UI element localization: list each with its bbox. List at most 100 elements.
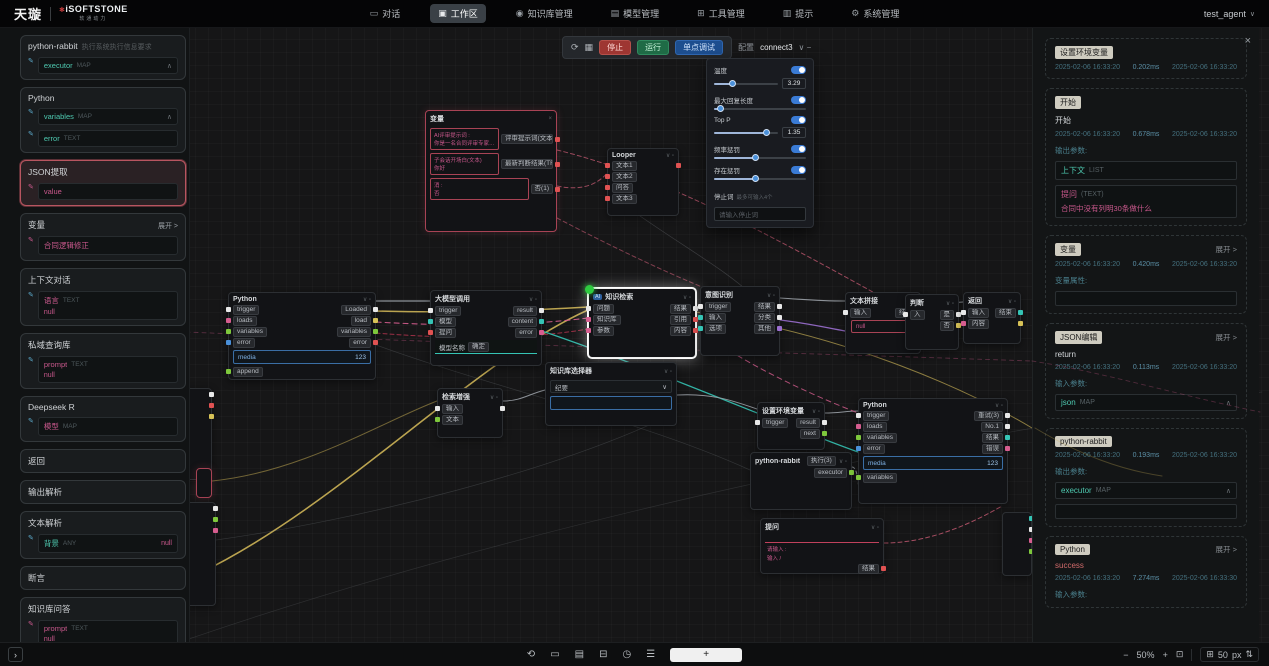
chevron-up-icon[interactable]: ∧ bbox=[167, 62, 172, 70]
field-box[interactable]: 模型MAP bbox=[38, 417, 178, 436]
collapse-icon[interactable]: ∨ ▫ bbox=[995, 402, 1003, 409]
stop-button[interactable]: 停止 bbox=[599, 40, 631, 55]
slider-knob[interactable] bbox=[717, 105, 724, 112]
log-section[interactable]: Python展开 >success2025-02-06 16:33:207.27… bbox=[1045, 536, 1247, 608]
port-dot[interactable] bbox=[226, 307, 231, 312]
grid-size-control[interactable]: ⊞ 50 px ⇅ bbox=[1200, 647, 1259, 662]
log-section[interactable]: 变量展开 >2025-02-06 16:33:200.420ms2025-02-… bbox=[1045, 235, 1247, 314]
port-dot[interactable] bbox=[428, 308, 433, 313]
port-dot[interactable] bbox=[698, 315, 703, 320]
port-dot[interactable] bbox=[555, 187, 560, 192]
pencil-icon[interactable]: ✎ bbox=[28, 356, 34, 366]
port-dot[interactable] bbox=[500, 406, 505, 411]
slider-track[interactable] bbox=[714, 132, 778, 134]
chevron-up-icon[interactable]: ∧ bbox=[167, 113, 172, 121]
screen-icon[interactable]: ▭ bbox=[550, 649, 559, 660]
collapse-icon[interactable]: ∨ ▫ bbox=[666, 152, 674, 159]
field-box[interactable]: variablesMAP∧ bbox=[38, 108, 178, 125]
port-dot[interactable] bbox=[539, 330, 544, 335]
port-dot[interactable] bbox=[555, 162, 560, 167]
clock-icon[interactable]: ◷ bbox=[622, 649, 631, 660]
close-icon[interactable]: × bbox=[548, 116, 552, 122]
port-dot[interactable] bbox=[586, 317, 591, 322]
collapse-icon[interactable]: ∨ ▫ bbox=[683, 294, 691, 301]
port-dot[interactable] bbox=[698, 304, 703, 309]
sidebar-card[interactable]: JSON提取✎value bbox=[20, 160, 186, 206]
port-dot[interactable] bbox=[849, 470, 854, 475]
node-set-env[interactable]: 设置环境变量∨ ▫triggerresultnext bbox=[757, 402, 825, 450]
port-dot[interactable] bbox=[961, 310, 966, 315]
slider-track[interactable] bbox=[714, 178, 806, 180]
collapse-icon[interactable]: ∨ ▫ bbox=[871, 524, 879, 531]
port-dot[interactable] bbox=[1018, 310, 1023, 315]
node-kb-selector[interactable]: 知识库选择器∨ ▫纪要∨ bbox=[545, 362, 677, 426]
log-field[interactable]: 提问(TEXT)合同中没有列明30条做什么 bbox=[1055, 185, 1237, 218]
slider-track[interactable] bbox=[714, 157, 806, 159]
zoom-out-button[interactable]: − bbox=[1123, 650, 1128, 660]
collapse-icon[interactable]: ∨ ▫ bbox=[839, 458, 847, 465]
document-icon[interactable]: ▤ bbox=[575, 649, 584, 660]
slider-knob[interactable] bbox=[729, 80, 736, 87]
port-dot[interactable] bbox=[428, 319, 433, 324]
port-dot[interactable] bbox=[777, 326, 782, 331]
list-icon[interactable]: ☰ bbox=[646, 649, 655, 660]
field-box[interactable]: errorTEXT bbox=[38, 130, 178, 147]
node-input[interactable]: media123 bbox=[233, 350, 371, 364]
refresh-icon[interactable]: ⟳ bbox=[571, 42, 579, 53]
node-retrieval[interactable]: 检索增强∨ ▫输入文本 bbox=[437, 388, 503, 438]
pencil-icon[interactable]: ✎ bbox=[28, 108, 34, 118]
toggle-switch[interactable] bbox=[791, 66, 806, 74]
port-dot[interactable] bbox=[209, 414, 214, 419]
slider-knob[interactable] bbox=[752, 154, 759, 161]
node-python-2[interactable]: Python∨ ▫trigger重试(3)loadsNo.1variables结… bbox=[858, 398, 1008, 504]
zoom-in-button[interactable]: + bbox=[1163, 650, 1168, 660]
log-section[interactable]: 设置环境变量2025-02-06 16:33:200.202ms2025-02-… bbox=[1045, 38, 1247, 79]
node-dropdown[interactable]: 纪要∨ bbox=[550, 380, 672, 393]
port-dot[interactable] bbox=[226, 369, 231, 374]
node-intent[interactable]: 意图识别∨ ▫trigger结果输入分类选项其他 bbox=[700, 286, 780, 356]
user-menu[interactable]: test_agent ∨ bbox=[1069, 9, 1269, 19]
node-field[interactable]: 模型名称确定 bbox=[435, 340, 537, 354]
port-dot[interactable] bbox=[605, 163, 610, 168]
port-dot[interactable] bbox=[209, 392, 214, 397]
slider-knob[interactable] bbox=[763, 129, 770, 136]
node-llm-call[interactable]: 大模型调用∨ ▫triggerresult模型content提问error模型名… bbox=[430, 290, 542, 366]
stop-words-input[interactable]: 请输入停止词 bbox=[714, 207, 806, 221]
port-dot[interactable] bbox=[856, 475, 861, 480]
sidebar-card[interactable]: 输出解析 bbox=[20, 480, 186, 504]
collapse-icon[interactable]: ∨ ▫ bbox=[1008, 298, 1016, 305]
port-dot[interactable] bbox=[435, 406, 440, 411]
expand-link[interactable]: 展开 > bbox=[1216, 244, 1237, 255]
add-node-button[interactable]: + bbox=[670, 648, 742, 662]
port-dot[interactable] bbox=[605, 196, 610, 201]
port-dot[interactable] bbox=[605, 174, 610, 179]
nav-item-3[interactable]: ▤模型管理 bbox=[603, 4, 668, 23]
log-field[interactable]: 上下文LIST bbox=[1055, 161, 1237, 180]
config-label[interactable]: 配置 bbox=[738, 42, 754, 53]
port-dot[interactable] bbox=[961, 321, 966, 326]
close-icon[interactable]: × bbox=[1245, 36, 1251, 46]
port-dot[interactable] bbox=[1005, 446, 1010, 451]
field-box[interactable]: value bbox=[38, 183, 178, 200]
nav-item-6[interactable]: ⚙系统管理 bbox=[843, 4, 907, 23]
slider-track[interactable] bbox=[714, 83, 778, 85]
port-dot[interactable] bbox=[777, 315, 782, 320]
sidebar-card[interactable]: Python✎variablesMAP∧✎errorTEXT bbox=[20, 87, 186, 153]
sidebar-card[interactable]: 变量展开 >✎合同逻辑修正 bbox=[20, 213, 186, 261]
log-field[interactable]: jsonMAP∧ bbox=[1055, 394, 1237, 411]
collapse-icon[interactable]: ∨ ▫ bbox=[767, 292, 775, 299]
port-dot[interactable] bbox=[226, 329, 231, 334]
expand-link[interactable]: 展开 > bbox=[1216, 544, 1237, 555]
port-dot[interactable] bbox=[209, 403, 214, 408]
variable-box[interactable]: 消 :否 bbox=[430, 178, 529, 200]
port-dot[interactable] bbox=[213, 517, 218, 522]
port-dot[interactable] bbox=[373, 329, 378, 334]
nav-item-0[interactable]: ▭对话 bbox=[362, 4, 409, 23]
sidebar-card[interactable]: python-rabbit执行系统执行信息要求✎executorMAP∧ bbox=[20, 35, 186, 80]
node-python-rabbit[interactable]: python-rabbit执行(3)∨ ▫executor bbox=[750, 452, 852, 510]
port-dot[interactable] bbox=[822, 420, 827, 425]
collapse-icons[interactable]: ∨ − bbox=[799, 43, 812, 52]
port-dot[interactable] bbox=[586, 328, 591, 333]
port-dot[interactable] bbox=[435, 417, 440, 422]
slider-track[interactable] bbox=[714, 108, 806, 110]
